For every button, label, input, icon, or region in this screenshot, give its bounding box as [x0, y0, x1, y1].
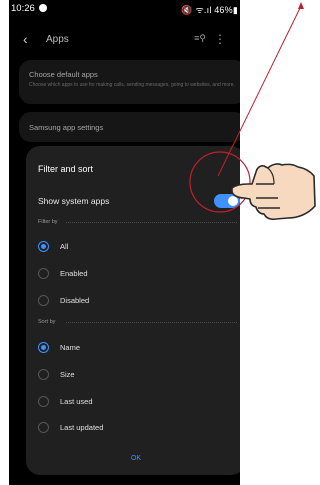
annotation-arrowhead-icon [298, 2, 304, 9]
pointing-hand-icon [231, 163, 316, 221]
annotation-line [189, 2, 304, 213]
